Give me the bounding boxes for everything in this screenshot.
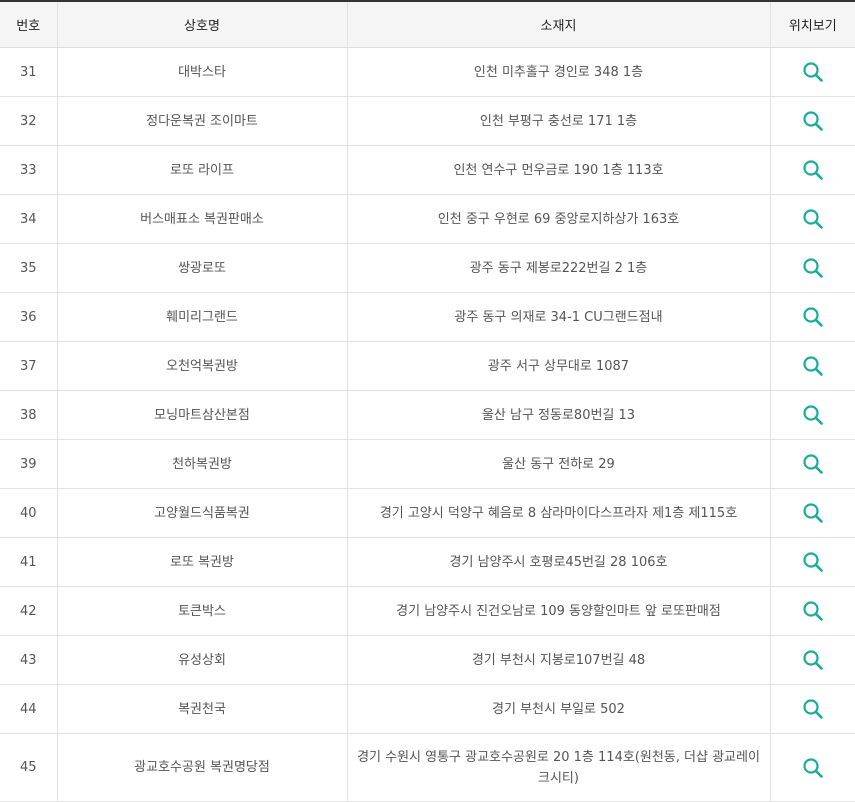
table-row: 36 훼미리그랜드 광주 동구 의재로 34-1 CU그랜드점내 <box>0 292 855 342</box>
search-icon[interactable] <box>801 256 825 280</box>
store-name: 대박스타 <box>57 47 348 97</box>
search-icon[interactable] <box>801 207 825 231</box>
row-number: 38 <box>0 390 58 440</box>
row-number: 41 <box>0 537 58 587</box>
table-row: 35 쌍광로또 광주 동구 제봉로222번길 2 1층 <box>0 243 855 293</box>
search-icon[interactable] <box>801 452 825 476</box>
location-view-cell <box>770 194 855 244</box>
search-icon[interactable] <box>801 550 825 574</box>
store-name: 오천억복권방 <box>57 341 348 391</box>
store-address: 경기 남양주시 호평로45번길 28 106호 <box>347 537 771 587</box>
header-number: 번호 <box>0 1 58 48</box>
table-row: 34 버스매표소 복권판매소 인천 중구 우현로 69 중앙로지하상가 163호 <box>0 194 855 244</box>
store-address: 광주 동구 제봉로222번길 2 1층 <box>347 243 771 293</box>
row-number: 40 <box>0 488 58 538</box>
store-name: 정다운복권 조이마트 <box>57 96 348 146</box>
search-icon[interactable] <box>801 697 825 721</box>
store-name: 복권천국 <box>57 684 348 734</box>
table-row: 32 정다운복권 조이마트 인천 부평구 충선로 171 1층 <box>0 96 855 146</box>
store-name: 광교호수공원 복권명당점 <box>57 733 348 802</box>
table-row: 37 오천억복권방 광주 서구 상무대로 1087 <box>0 341 855 391</box>
header-store-name: 상호명 <box>57 1 348 48</box>
row-number: 35 <box>0 243 58 293</box>
table-row: 31 대박스타 인천 미추홀구 경인로 348 1층 <box>0 47 855 97</box>
store-name: 고양월드식품복권 <box>57 488 348 538</box>
search-icon[interactable] <box>801 60 825 84</box>
table-body: 31 대박스타 인천 미추홀구 경인로 348 1층 32 정다운복권 조이마트 인천 부… <box>0 47 855 802</box>
location-view-cell <box>770 96 855 146</box>
table-row: 33 로또 라이프 인천 연수구 먼우금로 190 1층 113호 <box>0 145 855 195</box>
row-number: 32 <box>0 96 58 146</box>
row-number: 45 <box>0 733 58 802</box>
table-row: 44 복권천국 경기 부천시 부일로 502 <box>0 684 855 734</box>
location-view-cell <box>770 292 855 342</box>
row-number: 36 <box>0 292 58 342</box>
store-name: 로또 복권방 <box>57 537 348 587</box>
store-address: 경기 수원시 영통구 광교호수공원로 20 1층 114호(원천동, 더샵 광교… <box>347 733 771 802</box>
location-view-cell <box>770 390 855 440</box>
search-icon[interactable] <box>801 756 825 780</box>
store-address: 인천 연수구 먼우금로 190 1층 113호 <box>347 145 771 195</box>
store-name: 모닝마트삼산본점 <box>57 390 348 440</box>
store-address: 광주 서구 상무대로 1087 <box>347 341 771 391</box>
search-icon[interactable] <box>801 403 825 427</box>
search-icon[interactable] <box>801 599 825 623</box>
store-name: 토큰박스 <box>57 586 348 636</box>
location-view-cell <box>770 145 855 195</box>
search-icon[interactable] <box>801 501 825 525</box>
store-table: 번호 상호명 소재지 위치보기 31 대박스타 인천 미추홀구 경인로 348 1층… <box>0 0 855 802</box>
location-view-cell <box>770 635 855 685</box>
search-icon[interactable] <box>801 305 825 329</box>
location-view-cell <box>770 537 855 587</box>
header-address: 소재지 <box>347 1 771 48</box>
store-address: 울산 동구 전하로 29 <box>347 439 771 489</box>
search-icon[interactable] <box>801 648 825 672</box>
store-name: 유성상회 <box>57 635 348 685</box>
row-number: 43 <box>0 635 58 685</box>
table-row: 40 고양월드식품복권 경기 고양시 덕양구 혜음로 8 삼라마이다스프라자 제1층… <box>0 488 855 538</box>
search-icon[interactable] <box>801 109 825 133</box>
location-view-cell <box>770 733 855 802</box>
store-name: 훼미리그랜드 <box>57 292 348 342</box>
store-name: 버스매표소 복권판매소 <box>57 194 348 244</box>
search-icon[interactable] <box>801 354 825 378</box>
store-address: 울산 남구 정동로80번길 13 <box>347 390 771 440</box>
location-view-cell <box>770 439 855 489</box>
store-address: 인천 미추홀구 경인로 348 1층 <box>347 47 771 97</box>
location-view-cell <box>770 488 855 538</box>
row-number: 44 <box>0 684 58 734</box>
location-view-cell <box>770 243 855 293</box>
row-number: 31 <box>0 47 58 97</box>
store-name: 천하복권방 <box>57 439 348 489</box>
store-address: 경기 부천시 부일로 502 <box>347 684 771 734</box>
store-address: 경기 고양시 덕양구 혜음로 8 삼라마이다스프라자 제1층 제115호 <box>347 488 771 538</box>
location-view-cell <box>770 586 855 636</box>
store-address: 경기 부천시 지봉로107번길 48 <box>347 635 771 685</box>
row-number: 34 <box>0 194 58 244</box>
table-row: 45 광교호수공원 복권명당점 경기 수원시 영통구 광교호수공원로 20 1층 1… <box>0 733 855 802</box>
header-location-view: 위치보기 <box>770 1 855 48</box>
table-row: 39 천하복권방 울산 동구 전하로 29 <box>0 439 855 489</box>
table-header-row: 번호 상호명 소재지 위치보기 <box>0 1 855 48</box>
store-name: 로또 라이프 <box>57 145 348 195</box>
row-number: 42 <box>0 586 58 636</box>
location-view-cell <box>770 47 855 97</box>
store-address: 인천 부평구 충선로 171 1층 <box>347 96 771 146</box>
location-view-cell <box>770 684 855 734</box>
row-number: 39 <box>0 439 58 489</box>
store-name: 쌍광로또 <box>57 243 348 293</box>
row-number: 37 <box>0 341 58 391</box>
location-view-cell <box>770 341 855 391</box>
table-row: 43 유성상회 경기 부천시 지봉로107번길 48 <box>0 635 855 685</box>
store-address: 경기 남양주시 진건오남로 109 동양할인마트 앞 로또판매점 <box>347 586 771 636</box>
row-number: 33 <box>0 145 58 195</box>
search-icon[interactable] <box>801 158 825 182</box>
table-row: 38 모닝마트삼산본점 울산 남구 정동로80번길 13 <box>0 390 855 440</box>
store-address: 광주 동구 의재로 34-1 CU그랜드점내 <box>347 292 771 342</box>
table-row: 42 토큰박스 경기 남양주시 진건오남로 109 동양할인마트 앞 로또판매점 <box>0 586 855 636</box>
store-address: 인천 중구 우현로 69 중앙로지하상가 163호 <box>347 194 771 244</box>
table-row: 41 로또 복권방 경기 남양주시 호평로45번길 28 106호 <box>0 537 855 587</box>
